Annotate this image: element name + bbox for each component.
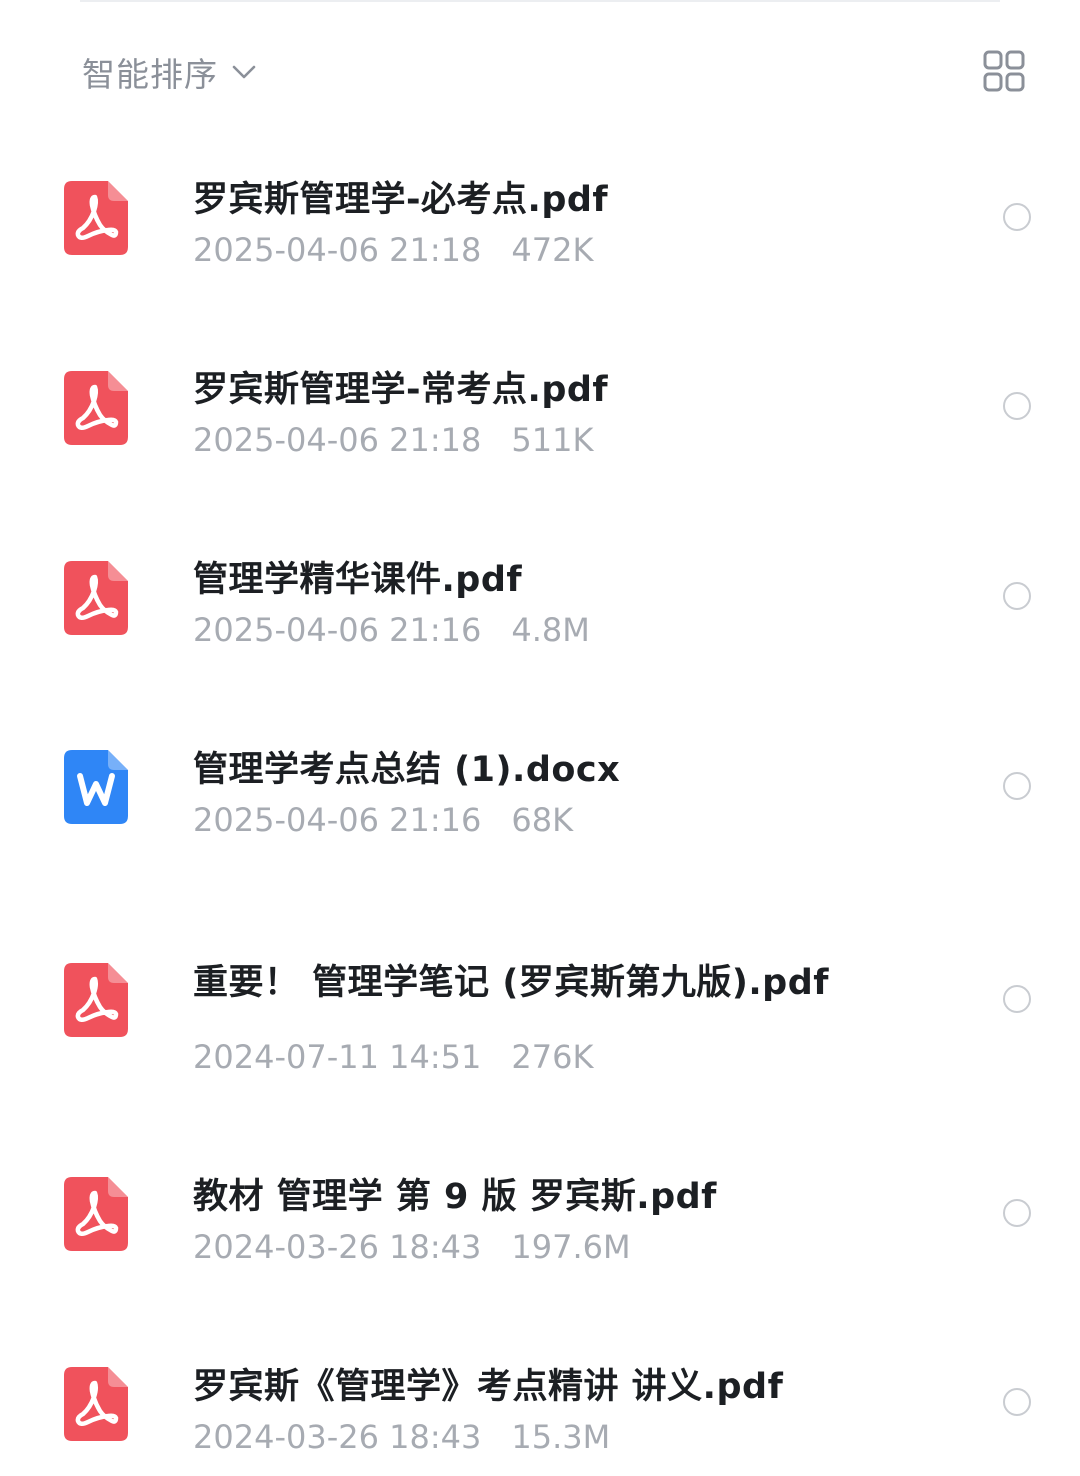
- file-name: 重要！ 管理学笔记 (罗宾斯第九版).pdf: [193, 963, 829, 1003]
- file-size: 511K: [511, 421, 594, 459]
- file-size: 472K: [511, 231, 594, 269]
- file-name: 罗宾斯《管理学》考点精讲 讲义.pdf: [193, 1367, 784, 1407]
- file-date: 2024-07-11 14:51: [193, 1038, 482, 1076]
- word-file-icon: [64, 750, 128, 824]
- select-radio[interactable]: [1003, 772, 1031, 800]
- select-radio[interactable]: [1003, 582, 1031, 610]
- file-size: 197.6M: [511, 1228, 631, 1266]
- file-meta: 2024-03-26 18:43 15.3M: [193, 1418, 610, 1456]
- file-meta: 2024-03-26 18:43 197.6M: [193, 1228, 631, 1266]
- file-name: 罗宾斯管理学-常考点.pdf: [193, 370, 609, 410]
- file-size: 15.3M: [511, 1418, 611, 1456]
- file-list: 罗宾斯管理学-必考点.pdf 2025-04-06 21:18 472K 罗宾斯管理学…: [0, 0, 1080, 1476]
- file-date: 2025-04-06 21:16: [193, 801, 482, 839]
- file-date: 2025-04-06 21:18: [193, 421, 482, 459]
- pdf-file-icon: [64, 1367, 128, 1441]
- select-radio[interactable]: [1003, 1388, 1031, 1416]
- file-meta: 2025-04-06 21:16 68K: [193, 801, 573, 839]
- pdf-file-icon: [64, 963, 128, 1037]
- pdf-file-icon: [64, 181, 128, 255]
- file-size: 276K: [511, 1038, 594, 1076]
- file-meta: 2025-04-06 21:16 4.8M: [193, 611, 590, 649]
- file-name: 管理学精华课件.pdf: [193, 560, 523, 600]
- file-meta: 2024-07-11 14:51 276K: [193, 1038, 593, 1076]
- select-radio[interactable]: [1003, 392, 1031, 420]
- file-date: 2024-03-26 18:43: [193, 1228, 482, 1266]
- file-date: 2025-04-06 21:18: [193, 231, 482, 269]
- file-name: 教材 管理学 第 9 版 罗宾斯.pdf: [193, 1177, 717, 1217]
- file-size: 68K: [511, 801, 574, 839]
- select-radio[interactable]: [1003, 1199, 1031, 1227]
- pdf-file-icon: [64, 371, 128, 445]
- file-meta: 2025-04-06 21:18 472K: [193, 231, 593, 269]
- select-radio[interactable]: [1003, 203, 1031, 231]
- file-name: 管理学考点总结 (1).docx: [193, 750, 621, 790]
- file-date: 2024-03-26 18:43: [193, 1418, 482, 1456]
- file-meta: 2025-04-06 21:18 511K: [193, 421, 593, 459]
- file-name: 罗宾斯管理学-必考点.pdf: [193, 180, 609, 220]
- pdf-file-icon: [64, 1177, 128, 1251]
- file-date: 2025-04-06 21:16: [193, 611, 482, 649]
- pdf-file-icon: [64, 561, 128, 635]
- select-radio[interactable]: [1003, 985, 1031, 1013]
- file-size: 4.8M: [511, 611, 590, 649]
